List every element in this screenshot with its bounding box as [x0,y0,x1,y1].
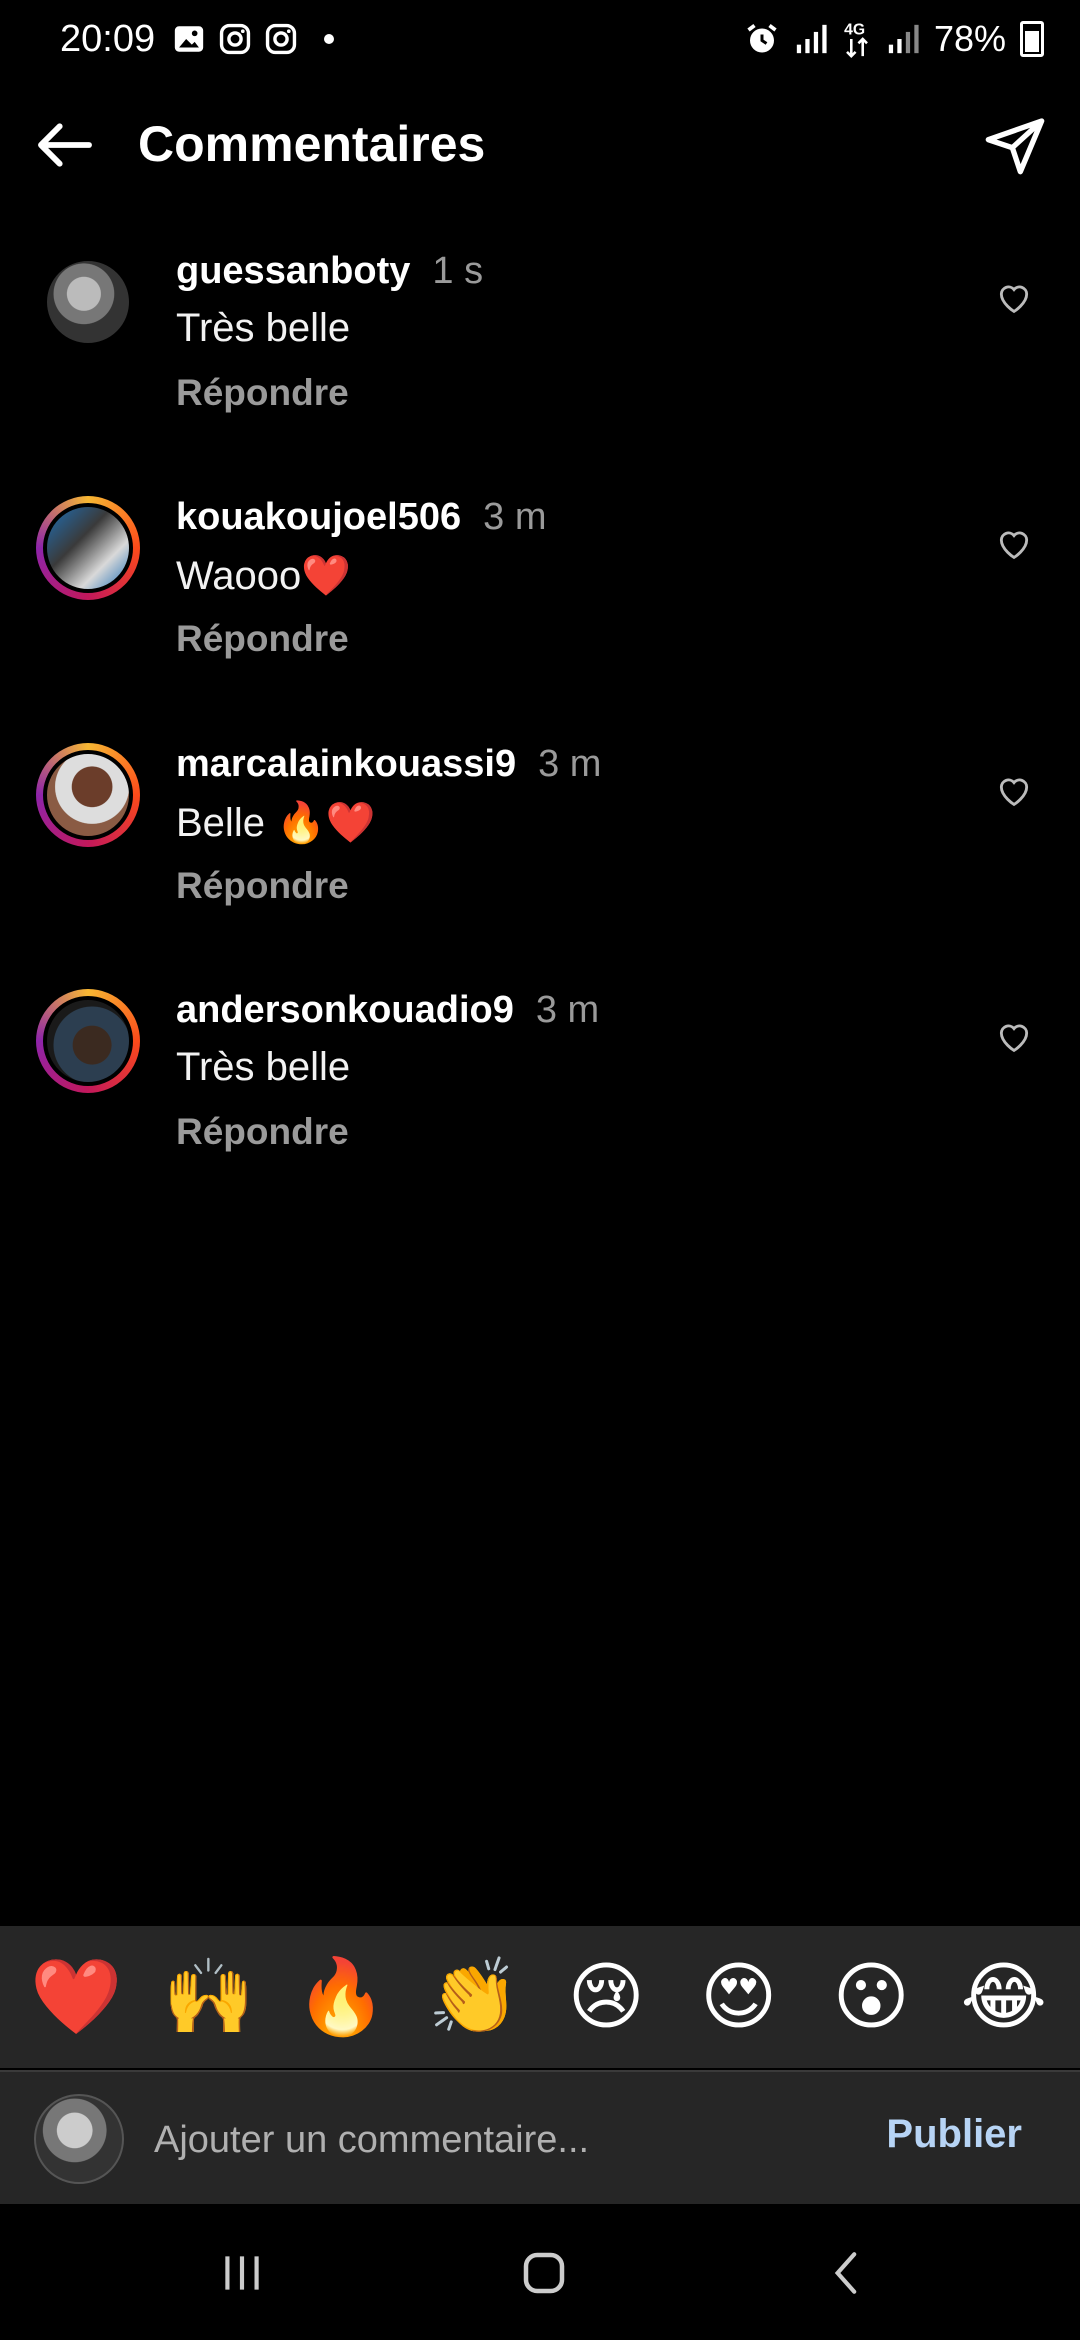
recents-button[interactable] [202,2238,282,2308]
reply-button[interactable]: Répondre [176,1111,349,1153]
comment-username-line: kouakoujoel506 3 m [176,496,546,539]
instagram-icon [219,23,251,55]
publish-button[interactable]: Publier [886,2112,1022,2157]
page-title: Commentaires [138,116,486,172]
comment-item: andersonkouadio9 3 m Très belle Répondre [0,989,1080,1199]
emoji-surprised[interactable]: 😮 [816,1960,926,2034]
system-icons: 4G 78% [744,18,1044,60]
comment-username[interactable]: marcalainkouassi9 [176,743,516,785]
battery-icon [1020,21,1044,57]
gallery-icon [174,26,204,52]
comment-item: guessanboty 1 s Très belle Répondre [0,250,1080,460]
like-button[interactable] [984,761,1044,821]
comment-composer: Publier [0,2070,1080,2204]
emoji-clap[interactable]: 👏 [419,1960,529,2034]
comment-username-line: guessanboty 1 s [176,250,483,293]
comment-time: 1 s [432,250,484,292]
comment-text: Belle 🔥❤️ [176,801,376,845]
alarm-icon [747,24,777,53]
notification-icons [172,22,334,56]
instagram-icon [265,23,297,55]
battery-percent: 78% [933,18,1006,59]
comment-text: Très belle [176,306,351,350]
arrow-left-icon [38,123,92,167]
heart-icon [999,1024,1029,1053]
comment-username-line: andersonkouadio9 3 m [176,989,599,1032]
comment-item: kouakoujoel506 3 m Waooo❤️ Répondre [0,496,1080,706]
status-time: 20:09 [60,18,156,60]
emoji-quick-bar: ❤️ 🙌 🔥 👏 😢 😍 😮 😂 [0,1926,1080,2068]
header: Commentaires [0,90,1080,200]
heart-icon [999,285,1029,314]
like-button[interactable] [984,514,1044,574]
back-icon [834,2252,857,2294]
avatar[interactable] [36,250,140,354]
like-button[interactable] [984,268,1044,328]
comment-username[interactable]: guessanboty [176,250,410,292]
avatar-image [43,503,133,593]
svg-text:4G: 4G [844,22,865,39]
heart-icon [999,531,1029,560]
send-icon [985,118,1045,175]
avatar[interactable] [36,496,140,600]
reply-button[interactable]: Répondre [176,865,349,907]
reply-button[interactable]: Répondre [176,618,349,660]
4g-icon: 4G [844,22,868,58]
avatar[interactable] [36,743,140,847]
comment-time: 3 m [535,989,600,1031]
heart-icon [999,778,1029,807]
back-button[interactable] [30,110,100,180]
comment-username-line: marcalainkouassi9 3 m [176,743,601,786]
emoji-sad[interactable]: 😢 [551,1960,661,2034]
emoji-fire[interactable]: 🔥 [286,1960,396,2034]
comment-input[interactable] [152,2104,856,2176]
home-icon [523,2252,565,2294]
comment-time: 3 m [483,496,547,538]
avatar-image [43,996,133,1086]
comment-time: 3 m [538,743,602,785]
like-button[interactable] [984,1007,1044,1067]
emoji-raised-hands[interactable]: 🙌 [154,1960,264,2034]
emoji-tears-of-joy[interactable]: 😂 [949,1960,1059,2034]
avatar-image [43,257,133,347]
signal-icon [888,24,919,54]
emoji-heart[interactable]: ❤️ [21,1960,131,2034]
nav-back-button[interactable] [808,2238,888,2308]
comment-text: Très belle [176,1045,351,1089]
share-button[interactable] [980,110,1050,180]
avatar-image [43,750,133,840]
avatar[interactable] [36,989,140,1093]
comment-username[interactable]: kouakoujoel506 [176,496,461,538]
system-nav-bar [0,2204,1080,2340]
comment-item: marcalainkouassi9 3 m Belle 🔥❤️ Répondre [0,743,1080,953]
comment-username[interactable]: andersonkouadio9 [176,989,514,1031]
recents-icon [225,2256,259,2290]
current-user-avatar [34,2094,124,2184]
status-bar: 20:09 4G 78% [0,0,1080,84]
more-notifications-dot [324,34,334,44]
signal-icon [796,24,827,54]
comment-text: Waooo❤️ [176,554,352,598]
emoji-heart-eyes[interactable]: 😍 [684,1960,794,2034]
home-button[interactable] [504,2238,584,2308]
reply-button[interactable]: Répondre [176,372,349,414]
